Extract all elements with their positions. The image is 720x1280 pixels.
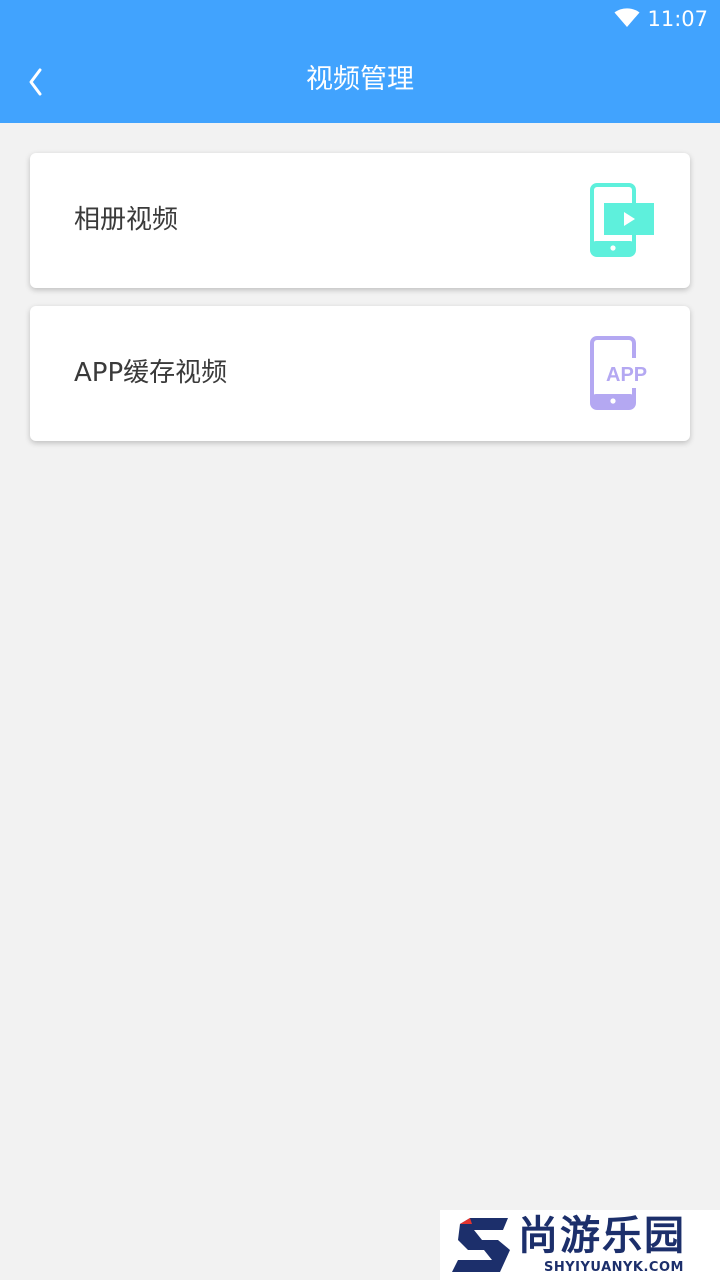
album-video-item[interactable]: 相册视频 — [30, 153, 690, 288]
app-cache-video-label: APP缓存视频 — [74, 358, 228, 388]
watermark-site: SHYIYUANYK.COM — [544, 1260, 684, 1275]
svg-text:APP: APP — [606, 364, 647, 386]
app-bar: 视频管理 — [0, 38, 720, 123]
phone-video-icon — [590, 183, 654, 257]
app-cache-video-item[interactable]: APP缓存视频 APP — [30, 306, 690, 441]
watermark-name: 尚游乐园 — [518, 1213, 686, 1259]
album-video-label: 相册视频 — [74, 205, 179, 235]
watermark: 尚游乐园 SHYIYUANYK.COM — [440, 1210, 720, 1280]
wifi-icon — [614, 8, 640, 27]
phone-app-icon: APP — [590, 336, 654, 410]
brand-logo-icon — [452, 1218, 510, 1272]
status-time: 11:07 — [647, 7, 708, 31]
page-title: 视频管理 — [306, 64, 414, 95]
